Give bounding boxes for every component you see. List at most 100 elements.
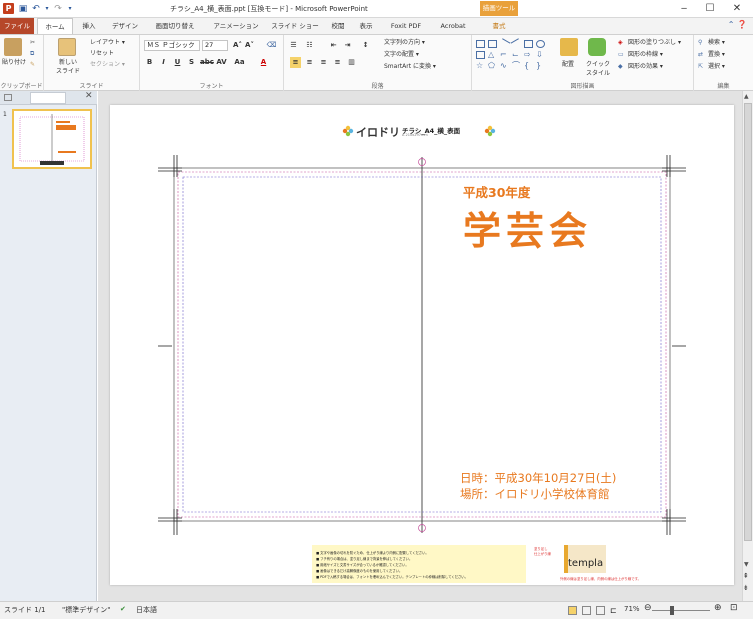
- align-text-button[interactable]: 文字の配置 ▾: [384, 50, 419, 59]
- find-icon[interactable]: ⚲: [698, 38, 702, 47]
- tab-transitions[interactable]: 画面切り替え: [148, 18, 202, 34]
- event-date-text[interactable]: 日時：平成30年10月27日(土): [460, 470, 616, 486]
- event-place-text[interactable]: 場所：イロドリ小学校体育館: [460, 486, 610, 502]
- increase-indent-icon[interactable]: ⇥: [342, 40, 353, 51]
- convert-smartart-button[interactable]: SmartArt に変換 ▾: [384, 62, 436, 71]
- tab-file[interactable]: ファイル: [0, 18, 34, 34]
- theme-name[interactable]: "標準デザイン": [62, 605, 110, 615]
- fit-to-window-icon[interactable]: ⊡: [730, 603, 738, 613]
- font-size-combo[interactable]: 27: [202, 40, 228, 51]
- scroll-down-icon[interactable]: ▼: [744, 561, 749, 568]
- shape-down-arrow-icon[interactable]: ⇩: [536, 51, 545, 59]
- paste-button[interactable]: 貼り付け: [2, 58, 26, 67]
- quick-styles-icon[interactable]: [588, 38, 606, 56]
- grow-font-icon[interactable]: A˄: [232, 40, 243, 51]
- powerpoint-app-icon[interactable]: P: [3, 3, 14, 14]
- decrease-indent-icon[interactable]: ⇤: [328, 40, 339, 51]
- change-case-icon[interactable]: Aa: [234, 57, 245, 68]
- tab-foxit-pdf[interactable]: Foxit PDF: [384, 18, 428, 34]
- tab-animations[interactable]: アニメーション: [208, 18, 264, 34]
- shape-elbow2-icon[interactable]: ⌙: [512, 51, 521, 59]
- italic-icon[interactable]: I: [158, 57, 169, 68]
- shadow-icon[interactable]: S: [186, 57, 197, 68]
- tab-acrobat[interactable]: Acrobat: [434, 18, 472, 34]
- quick-styles-button[interactable]: クイック スタイル: [586, 60, 610, 78]
- tab-format[interactable]: 書式: [480, 18, 518, 34]
- shape-textbox-icon[interactable]: [476, 40, 485, 48]
- find-button[interactable]: 検索 ▾: [708, 38, 725, 47]
- reset-button[interactable]: リセット: [90, 49, 114, 58]
- arrange-icon[interactable]: [560, 38, 578, 56]
- font-name-combo[interactable]: ＭＳ Ｐゴシック: [144, 40, 200, 51]
- columns-icon[interactable]: ▥: [346, 57, 357, 68]
- align-right-icon[interactable]: ≡: [318, 57, 329, 68]
- shape-effects-icon[interactable]: ◆: [618, 62, 623, 71]
- tab-home[interactable]: ホーム: [37, 18, 73, 34]
- zoom-slider[interactable]: [652, 610, 710, 611]
- normal-view-icon[interactable]: [568, 606, 577, 615]
- spellcheck-icon[interactable]: ✔: [120, 605, 126, 613]
- help-icon[interactable]: ⌃ ❓: [728, 20, 747, 29]
- outline-tab[interactable]: [30, 92, 66, 104]
- paste-icon[interactable]: [4, 38, 22, 56]
- tab-review[interactable]: 校閲: [326, 18, 350, 34]
- vertical-scrollbar[interactable]: ▲ ▼ ⇞ ⇟: [742, 91, 753, 601]
- copy-icon[interactable]: ⧉: [30, 49, 34, 58]
- slideshow-view-icon[interactable]: ⊏: [610, 606, 619, 615]
- slide-canvas[interactable]: イロドリ チラシ_A4_横_表面 A 210x297mm 平成30年度 学芸会 …: [110, 105, 734, 585]
- shape-effects-button[interactable]: 図形の効果 ▾: [628, 62, 663, 71]
- shape-oval-icon[interactable]: [536, 40, 545, 48]
- save-icon[interactable]: ▣: [17, 3, 29, 15]
- shape-wedge-icon[interactable]: ⌒: [512, 62, 521, 70]
- align-left-icon[interactable]: ≡: [290, 57, 301, 68]
- zoom-slider-thumb[interactable]: [669, 606, 674, 615]
- font-color-icon[interactable]: A: [258, 57, 269, 68]
- select-icon[interactable]: ⇱: [698, 62, 703, 71]
- shape-triangle-icon[interactable]: △: [488, 51, 497, 59]
- char-spacing-icon[interactable]: AV: [216, 57, 227, 68]
- justify-icon[interactable]: ≡: [332, 57, 343, 68]
- maximize-button[interactable]: ☐: [698, 1, 722, 16]
- reading-view-icon[interactable]: [596, 606, 605, 615]
- shape-rounded-rect-icon[interactable]: [476, 51, 485, 59]
- shape-line-icon[interactable]: [498, 38, 511, 50]
- shape-brace2-icon[interactable]: }: [536, 62, 545, 70]
- shape-elbow-icon[interactable]: ⌐: [500, 51, 509, 59]
- event-title-text[interactable]: 学芸会: [463, 200, 592, 255]
- next-slide-icon[interactable]: ⇟: [743, 584, 749, 592]
- bullets-icon[interactable]: ☰: [288, 40, 299, 51]
- shrink-font-icon[interactable]: A˅: [244, 40, 255, 51]
- replace-icon[interactable]: ⇄: [698, 50, 703, 59]
- shape-star-icon[interactable]: ☆: [476, 62, 485, 70]
- tab-design[interactable]: デザイン: [108, 18, 142, 34]
- zoom-out-icon[interactable]: ⊖: [644, 603, 652, 613]
- replace-button[interactable]: 置換 ▾: [708, 50, 725, 59]
- slide-thumbnail[interactable]: [12, 109, 92, 169]
- cut-icon[interactable]: ✂: [30, 38, 35, 47]
- format-painter-icon[interactable]: ✎: [30, 60, 35, 69]
- strikethrough-icon[interactable]: abc: [200, 57, 214, 68]
- shape-fill-icon[interactable]: ◈: [618, 38, 623, 47]
- close-button[interactable]: ✕: [725, 1, 749, 16]
- scroll-thumb[interactable]: [744, 103, 752, 541]
- slide-sorter-view-icon[interactable]: [582, 606, 591, 615]
- section-button[interactable]: セクション ▾: [90, 60, 125, 69]
- tab-insert[interactable]: 挿入: [76, 18, 102, 34]
- previous-slide-icon[interactable]: ⇞: [743, 572, 749, 580]
- select-button[interactable]: 選択 ▾: [708, 62, 725, 71]
- align-center-icon[interactable]: ≡: [304, 57, 315, 68]
- shape-fill-button[interactable]: 図形の塗りつぶし ▾: [628, 38, 681, 47]
- layout-button[interactable]: レイアウト ▾: [90, 38, 125, 47]
- line-spacing-icon[interactable]: ↕: [360, 40, 371, 51]
- zoom-level[interactable]: 71%: [624, 605, 640, 613]
- redo-icon[interactable]: ↷: [52, 3, 64, 15]
- scroll-up-icon[interactable]: ▲: [744, 93, 749, 100]
- new-slide-button[interactable]: 新しい スライド: [56, 58, 80, 76]
- numbering-icon[interactable]: ☷: [304, 40, 315, 51]
- shape-right-arrow-icon[interactable]: ⇨: [524, 51, 533, 59]
- event-edition-text[interactable]: 平成30年度: [463, 182, 530, 201]
- customize-qat-icon[interactable]: ▾: [64, 3, 76, 15]
- tab-view[interactable]: 表示: [354, 18, 378, 34]
- minimize-button[interactable]: ‒: [672, 1, 696, 16]
- slides-tab-icon[interactable]: [4, 94, 12, 101]
